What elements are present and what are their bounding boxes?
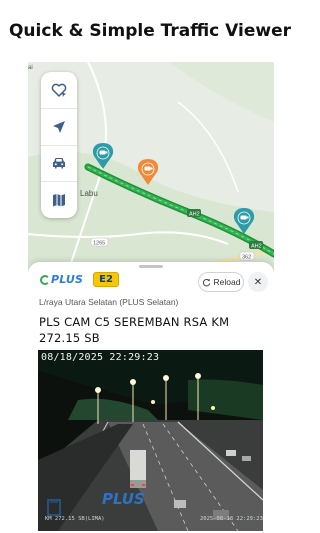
svg-text:1265: 1265	[93, 241, 105, 247]
brand-row: PLUS E2	[40, 272, 119, 287]
camera-title: PLS CAM C5 SEREMBAN RSA KM 272.15 SB	[39, 315, 230, 345]
svg-text:362: 362	[242, 255, 251, 261]
feed-timestamp: 08/18/2025 22:29:23	[41, 352, 160, 363]
feed-location-overlay: KM 272.15 SB(LIMA)	[45, 516, 105, 522]
road-number-1265: 1265	[90, 237, 109, 247]
camera-detail-sheet: PLUS E2 Reload ✕ L/raya Utara Selatan (P…	[28, 262, 274, 533]
route-shield-ah2-1: AH2	[187, 209, 201, 218]
map-corner-text: ai	[28, 65, 33, 71]
feed-date-overlay: 2025-08-18 22:29:23	[200, 516, 263, 522]
reload-button[interactable]: Reload	[198, 272, 244, 292]
favorite-location-button[interactable]	[41, 72, 77, 109]
road-name: L/raya Utara Selatan (PLUS Selatan)	[39, 297, 179, 307]
map-icon	[53, 194, 65, 207]
camera-feed-scene	[38, 350, 263, 531]
svg-text:AH2: AH2	[189, 212, 200, 218]
favorite-location-icon	[51, 83, 67, 97]
close-icon: ✕	[253, 276, 263, 288]
camera-feed-image[interactable]: 08/18/2025 22:29:23 PLUS KM 272.15 SB(LI…	[38, 350, 263, 531]
app-screen: ai Labu AH2 AH2 1265 362 PLUS E2 Reload …	[28, 62, 274, 533]
plus-logo-text: PLUS	[51, 273, 84, 286]
traffic-map[interactable]: ai Labu AH2 AH2 1265 362	[28, 62, 274, 272]
plus-swoosh-icon	[40, 274, 50, 285]
road-number-362: 362	[239, 251, 255, 261]
reload-label: Reload	[213, 277, 241, 287]
reload-icon	[202, 278, 210, 286]
car-icon	[53, 158, 65, 169]
svg-text:AH2: AH2	[251, 244, 262, 250]
navigation-arrow-icon	[53, 120, 65, 133]
place-label-labu: Labu	[80, 189, 98, 198]
sheet-drag-handle[interactable]	[139, 265, 163, 268]
route-shield-ah2-2: AH2	[249, 241, 263, 250]
map-toolbar	[41, 72, 77, 218]
plus-logo: PLUS	[40, 273, 83, 286]
promo-headline: Quick & Simple Traffic Viewer	[8, 21, 292, 41]
route-code-badge: E2	[93, 272, 119, 287]
feed-watermark-logo: PLUS	[102, 490, 145, 508]
navigation-button[interactable]	[41, 109, 77, 146]
traffic-cars-button[interactable]	[41, 146, 77, 183]
map-layers-button[interactable]	[41, 182, 77, 218]
close-button[interactable]: ✕	[248, 272, 268, 292]
